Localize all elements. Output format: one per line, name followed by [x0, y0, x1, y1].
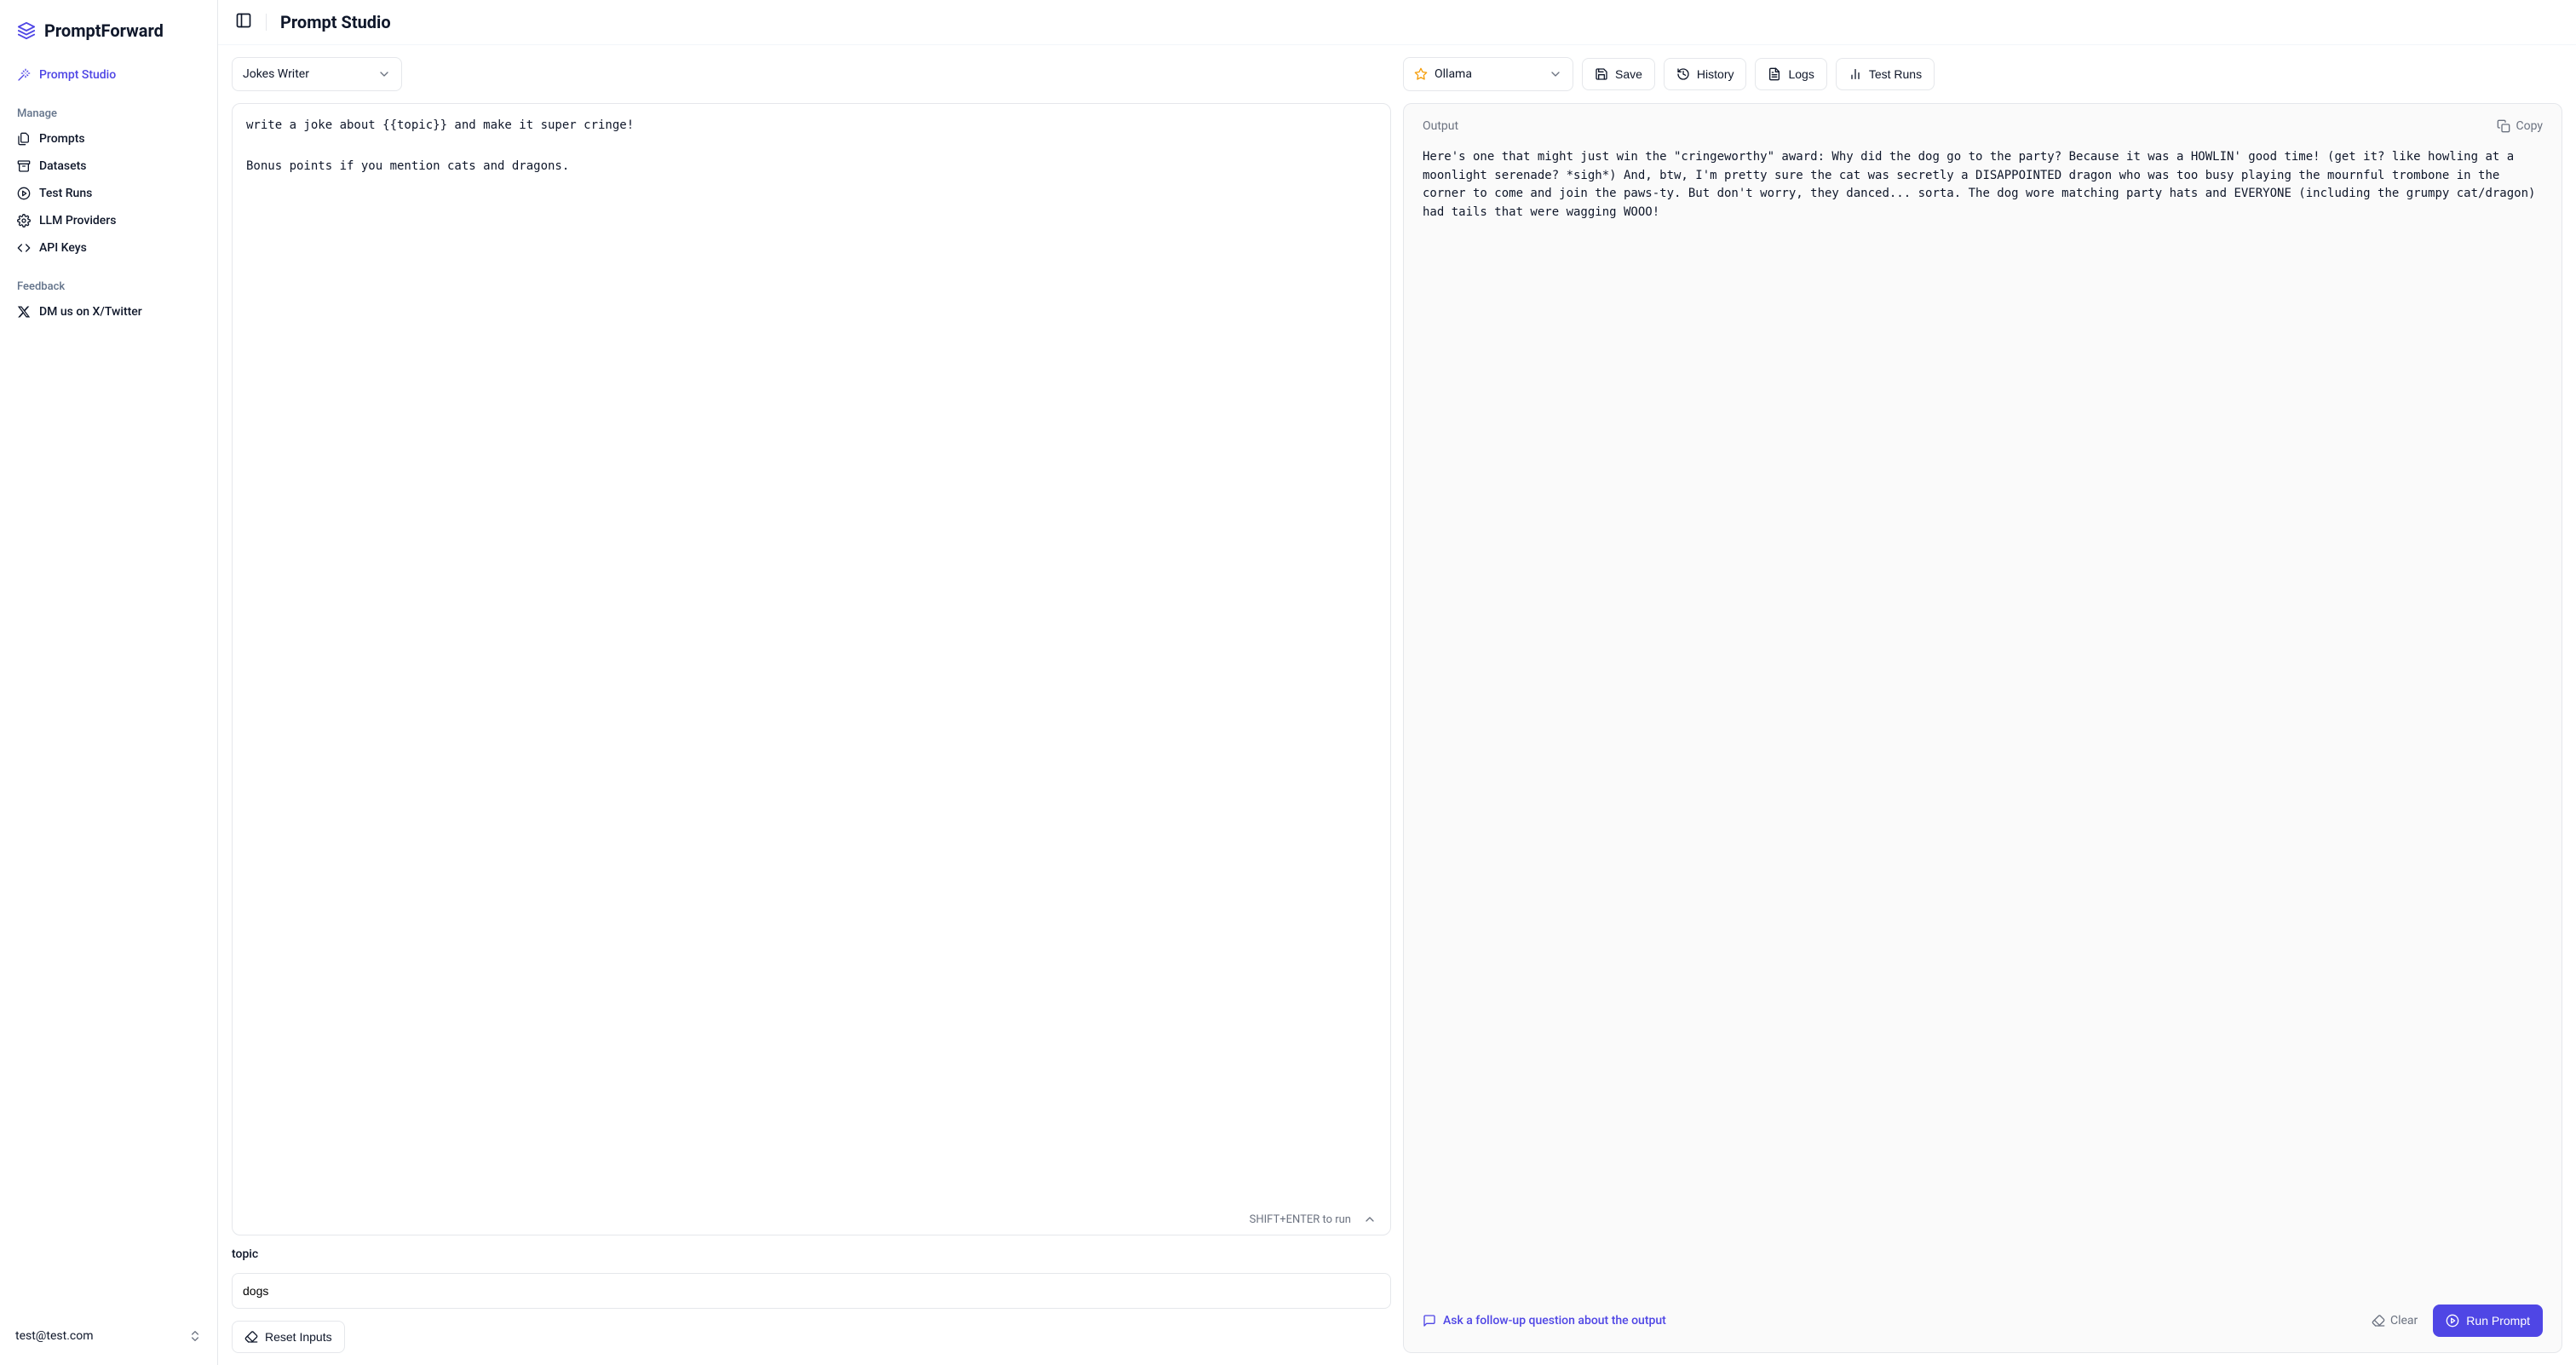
- variable-input-topic[interactable]: [232, 1273, 1391, 1309]
- sidebar-item-twitter[interactable]: DM us on X/Twitter: [9, 298, 209, 325]
- save-button[interactable]: Save: [1582, 58, 1655, 90]
- files-icon: [17, 132, 31, 146]
- sidebar-item-datasets[interactable]: Datasets: [9, 153, 209, 180]
- history-icon: [1676, 67, 1690, 81]
- star-icon: [1414, 67, 1428, 81]
- brand-name: PromptForward: [44, 20, 164, 41]
- sidebar-item-label: Prompts: [39, 132, 85, 146]
- panel-left-icon: [235, 12, 252, 29]
- save-icon: [1595, 67, 1608, 81]
- message-icon: [1423, 1314, 1436, 1328]
- file-text-icon: [1768, 67, 1781, 81]
- play-circle-icon: [2446, 1314, 2459, 1328]
- followup-label: Ask a follow-up question about the outpu…: [1443, 1314, 1666, 1328]
- sidebar-item-prompts[interactable]: Prompts: [9, 125, 209, 153]
- eraser-icon: [2372, 1314, 2385, 1328]
- main: Prompt Studio Jokes Writer SHIFT+ENTER t…: [218, 0, 2576, 1365]
- test-runs-button[interactable]: Test Runs: [1836, 58, 1935, 90]
- chevron-down-icon: [1549, 67, 1562, 81]
- save-label: Save: [1615, 67, 1642, 81]
- clear-button[interactable]: Clear: [2372, 1314, 2418, 1328]
- sidebar: PromptForward Prompt Studio Manage Promp…: [0, 0, 218, 1365]
- copy-icon: [2497, 119, 2510, 133]
- account-email: test@test.com: [15, 1329, 93, 1343]
- gear-icon: [17, 214, 31, 228]
- editor-column: Jokes Writer SHIFT+ENTER to run topic R: [232, 57, 1391, 1353]
- history-label: History: [1697, 67, 1734, 81]
- copy-button[interactable]: Copy: [2497, 119, 2543, 133]
- logs-label: Logs: [1788, 67, 1814, 81]
- play-circle-icon: [17, 187, 31, 200]
- sidebar-item-label: API Keys: [39, 241, 87, 255]
- workbench: Jokes Writer SHIFT+ENTER to run topic R: [218, 45, 2576, 1365]
- editor-card: SHIFT+ENTER to run: [232, 103, 1391, 1235]
- prompt-select[interactable]: Jokes Writer: [232, 57, 402, 91]
- eraser-icon: [244, 1330, 258, 1344]
- editor-hint: SHIFT+ENTER to run: [1250, 1213, 1351, 1226]
- archive-icon: [17, 159, 31, 173]
- sidebar-item-test-runs[interactable]: Test Runs: [9, 180, 209, 207]
- panel-toggle-button[interactable]: [235, 12, 252, 32]
- history-button[interactable]: History: [1664, 58, 1747, 90]
- provider-select[interactable]: Ollama: [1403, 57, 1573, 91]
- bar-chart-icon: [1849, 67, 1862, 81]
- test-runs-label: Test Runs: [1869, 67, 1922, 81]
- editor-hint-row: SHIFT+ENTER to run: [246, 1206, 1377, 1226]
- sidebar-item-label: LLM Providers: [39, 214, 116, 228]
- prompt-editor[interactable]: [246, 116, 1377, 1206]
- run-prompt-button[interactable]: Run Prompt: [2433, 1305, 2543, 1337]
- brand: PromptForward: [0, 14, 217, 56]
- nav-heading-feedback: Feedback: [9, 272, 209, 298]
- reset-inputs-button[interactable]: Reset Inputs: [232, 1321, 345, 1353]
- chevrons-up-down-icon: [188, 1329, 202, 1343]
- reset-inputs-label: Reset Inputs: [265, 1330, 332, 1344]
- layers-icon: [17, 21, 36, 40]
- output-heading: Output: [1423, 119, 1458, 133]
- sidebar-item-llm-providers[interactable]: LLM Providers: [9, 207, 209, 234]
- sidebar-item-api-keys[interactable]: API Keys: [9, 234, 209, 262]
- right-toolbar: Ollama Save History Logs: [1403, 57, 2562, 91]
- chevron-down-icon: [377, 67, 391, 81]
- x-logo-icon: [17, 305, 31, 319]
- nav-heading-manage: Manage: [9, 99, 209, 125]
- sidebar-item-label: Test Runs: [39, 187, 92, 200]
- sidebar-item-label: DM us on X/Twitter: [39, 305, 142, 319]
- followup-button[interactable]: Ask a follow-up question about the outpu…: [1423, 1314, 1666, 1328]
- topbar: Prompt Studio: [218, 0, 2576, 45]
- run-prompt-label: Run Prompt: [2466, 1314, 2530, 1328]
- output-body: Here's one that might just win the "crin…: [1423, 148, 2543, 1293]
- provider-select-value: Ollama: [1435, 67, 1472, 81]
- copy-label: Copy: [2516, 119, 2543, 133]
- logs-button[interactable]: Logs: [1755, 58, 1826, 90]
- sidebar-item-label: Prompt Studio: [39, 68, 116, 82]
- chevron-up-icon[interactable]: [1363, 1212, 1377, 1226]
- account-switcher[interactable]: test@test.com: [0, 1321, 217, 1351]
- divider: [266, 14, 267, 31]
- wand-icon: [17, 68, 31, 82]
- sidebar-item-label: Datasets: [39, 159, 86, 173]
- output-card: Output Copy Here's one that might just w…: [1403, 103, 2562, 1353]
- prompt-select-value: Jokes Writer: [243, 67, 309, 81]
- clear-label: Clear: [2390, 1314, 2418, 1328]
- page-title: Prompt Studio: [280, 12, 391, 32]
- variable-label-topic: topic: [232, 1247, 1391, 1261]
- output-column: Ollama Save History Logs: [1403, 57, 2562, 1353]
- sidebar-item-prompt-studio[interactable]: Prompt Studio: [9, 61, 209, 89]
- code-icon: [17, 241, 31, 255]
